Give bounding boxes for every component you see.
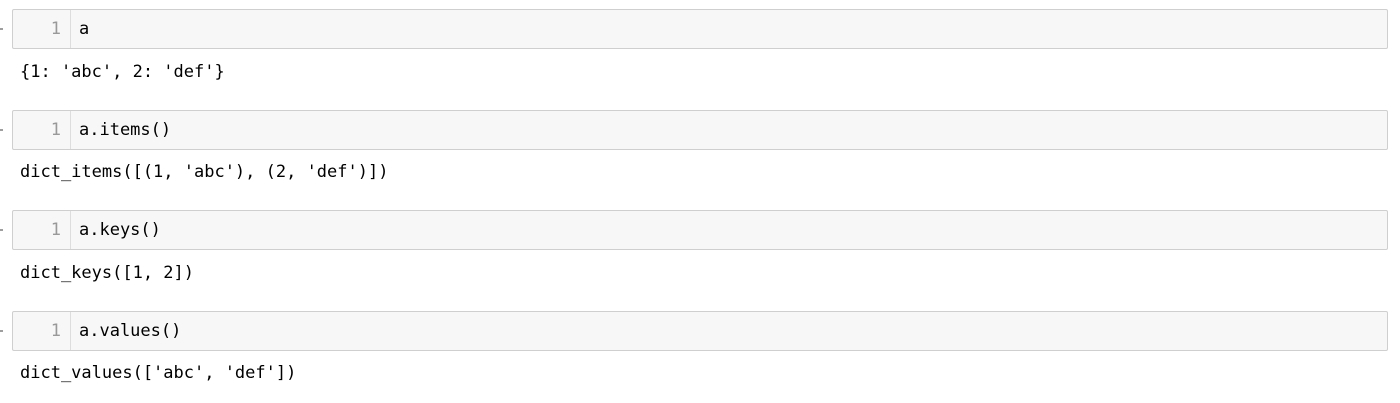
code-input-2[interactable]: 1 a.items() (12, 110, 1388, 150)
code-text[interactable]: a (79, 10, 89, 48)
line-number-divider (70, 211, 71, 249)
cell-gutter-marker (0, 229, 3, 231)
cell-output-4: dict_values(['abc', 'def']) (20, 363, 297, 383)
line-number: 1 (50, 19, 61, 39)
cell-output-3: dict_keys([1, 2]) (20, 263, 194, 283)
line-number: 1 (50, 220, 61, 240)
code-input-4[interactable]: 1 a.values() (12, 311, 1388, 351)
cell-output-2: dict_items([(1, 'abc'), (2, 'def')]) (20, 162, 389, 182)
code-text[interactable]: a.values() (79, 312, 181, 350)
code-text[interactable]: a.items() (79, 111, 171, 149)
line-number: 1 (50, 120, 61, 140)
line-number-divider (70, 312, 71, 350)
line-number: 1 (50, 321, 61, 341)
line-number-divider (70, 10, 71, 48)
code-input-3[interactable]: 1 a.keys() (12, 210, 1388, 250)
cell-output-1: {1: 'abc', 2: 'def'} (20, 62, 225, 82)
cell-gutter-marker (0, 28, 3, 30)
code-input-1[interactable]: 1 a (12, 9, 1388, 49)
cell-gutter-marker (0, 330, 3, 332)
code-text[interactable]: a.keys() (79, 211, 161, 249)
line-number-divider (70, 111, 71, 149)
cell-gutter-marker (0, 129, 3, 131)
